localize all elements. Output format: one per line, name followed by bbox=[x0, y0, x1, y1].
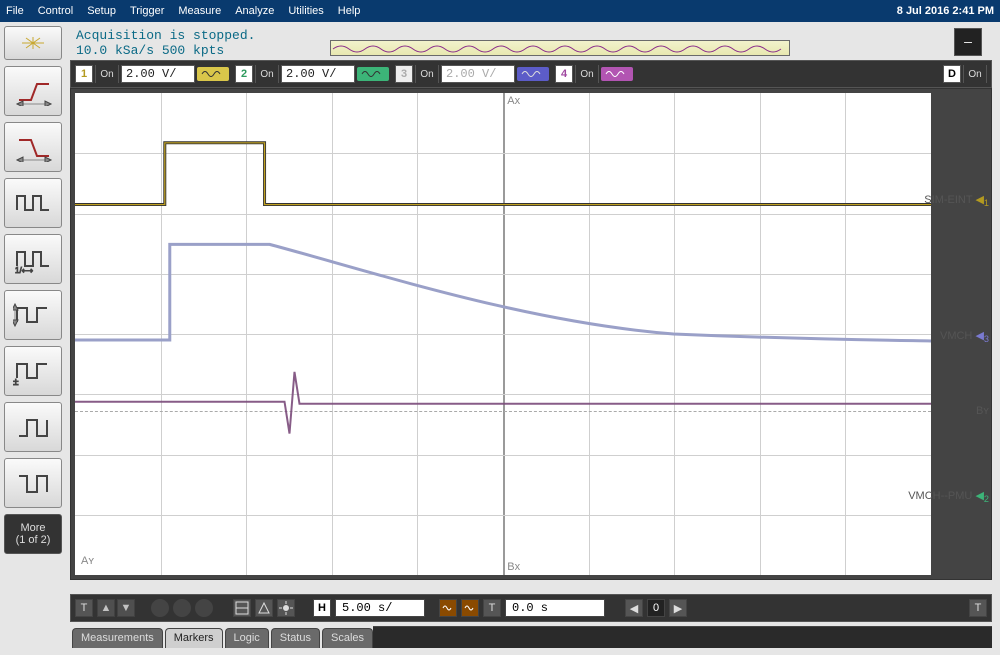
menu-utilities[interactable]: Utilities bbox=[288, 5, 323, 17]
tab-measurements[interactable]: Measurements bbox=[72, 628, 163, 648]
waveform-traces bbox=[75, 93, 931, 575]
delay-mode-a-icon[interactable] bbox=[439, 599, 457, 617]
channel-2[interactable]: 2 On 2.00 V/ bbox=[235, 65, 389, 83]
trigger-delay-icon[interactable]: T bbox=[483, 599, 501, 617]
tool-amplitude-pm[interactable]: ± bbox=[4, 346, 62, 396]
knob-b-icon[interactable] bbox=[173, 599, 191, 617]
channel-3[interactable]: 3 On 2.00 V/ bbox=[395, 65, 549, 83]
waveform-panel: Ax Bx Aʏ SIM-EINT ◀1 VMCH ◀3 bbox=[70, 88, 992, 580]
channel-num: 4 bbox=[555, 65, 573, 83]
channel-num: 1 bbox=[75, 65, 93, 83]
tab-scales[interactable]: Scales bbox=[322, 628, 373, 648]
trigger-pos-right-icon[interactable]: T bbox=[969, 599, 987, 617]
knob-c-icon[interactable] bbox=[195, 599, 213, 617]
tab-status[interactable]: Status bbox=[271, 628, 320, 648]
nav-left[interactable]: ◀ bbox=[625, 599, 643, 617]
nudge-up[interactable]: ▲ bbox=[97, 599, 115, 617]
timebase-scale[interactable]: 5.00 s/ bbox=[335, 599, 425, 617]
channel-on-label: On bbox=[575, 65, 599, 83]
digital-on: On bbox=[963, 65, 987, 83]
vertical-nudge[interactable]: ▲ ▼ bbox=[97, 599, 135, 617]
bottom-tabs: Measurements Markers Logic Status Scales bbox=[70, 622, 992, 648]
coupling-icon[interactable] bbox=[517, 67, 549, 81]
tool-pulse-period[interactable]: 1/⟷ bbox=[4, 234, 62, 284]
coupling-icon[interactable] bbox=[601, 67, 633, 81]
channel-scale[interactable]: 2.00 V/ bbox=[441, 65, 515, 83]
intensity-icon[interactable] bbox=[277, 599, 295, 617]
tool-amplitude-up[interactable] bbox=[4, 290, 62, 340]
sidebar: 1/⟷ ± More (1 of 2) bbox=[4, 26, 62, 554]
menu-file[interactable]: File bbox=[6, 5, 24, 17]
tool-rise-edge[interactable] bbox=[4, 402, 62, 452]
coupling-icon[interactable] bbox=[357, 67, 389, 81]
sidebar-more-l2: (1 of 2) bbox=[16, 534, 51, 546]
tool-fall-edge[interactable] bbox=[4, 458, 62, 508]
channel-4[interactable]: 4 On bbox=[555, 65, 633, 83]
ch3-label: VMCH ◀3 bbox=[940, 329, 989, 344]
nudge-dn[interactable]: ▼ bbox=[117, 599, 135, 617]
channel-1[interactable]: 1 On 2.00 V/ bbox=[75, 65, 229, 83]
digital-channel[interactable]: D On bbox=[943, 65, 987, 83]
nav-right[interactable]: ▶ bbox=[669, 599, 687, 617]
menu-help[interactable]: Help bbox=[338, 5, 361, 17]
dash-icon: — bbox=[964, 35, 972, 50]
svg-text:1/⟷: 1/⟷ bbox=[15, 266, 34, 274]
waveform-area[interactable]: Ax Bx Aʏ bbox=[75, 93, 931, 575]
timebase-H: H bbox=[313, 599, 331, 617]
digital-label: D bbox=[943, 65, 961, 83]
datetime: 8 Jul 2016 2:41 PM bbox=[897, 5, 994, 17]
sidebar-more[interactable]: More (1 of 2) bbox=[4, 514, 62, 554]
display-mode-b-icon[interactable] bbox=[255, 599, 273, 617]
menu-analyze[interactable]: Analyze bbox=[235, 5, 274, 17]
minimize-plot-icon[interactable]: — bbox=[954, 28, 982, 56]
channel-num: 2 bbox=[235, 65, 253, 83]
timebase-bar: T ▲ ▼ H 5.00 s/ T 0.0 s ◀ 0 ▶ T bbox=[70, 594, 992, 622]
channel-scale[interactable]: 2.00 V/ bbox=[121, 65, 195, 83]
acquisition-minimap[interactable] bbox=[330, 40, 790, 56]
tool-edge-fall[interactable] bbox=[4, 122, 62, 172]
trigger-pos-icon[interactable]: T bbox=[75, 599, 93, 617]
run-stop-indicator[interactable] bbox=[4, 26, 62, 60]
menu-control[interactable]: Control bbox=[38, 5, 73, 17]
acquisition-info: Acquisition is stopped. 10.0 kSa/s 500 k… bbox=[70, 26, 992, 60]
menubar: File Control Setup Trigger Measure Analy… bbox=[0, 0, 1000, 22]
ch2-label: VMCH--PMU ◀2 bbox=[908, 489, 989, 504]
channel-scale[interactable]: 2.00 V/ bbox=[281, 65, 355, 83]
menu-trigger[interactable]: Trigger bbox=[130, 5, 164, 17]
menu-setup[interactable]: Setup bbox=[87, 5, 116, 17]
marker-by: Bʏ bbox=[976, 405, 989, 417]
channel-on-label: On bbox=[255, 65, 279, 83]
coupling-icon[interactable] bbox=[197, 67, 229, 81]
channel-on-label: On bbox=[415, 65, 439, 83]
tab-markers[interactable]: Markers bbox=[165, 628, 223, 648]
channel-num: 3 bbox=[395, 65, 413, 83]
tool-pulse-width[interactable] bbox=[4, 178, 62, 228]
nav-zero[interactable]: 0 bbox=[647, 599, 665, 617]
ch1-label: SIM-EINT ◀1 bbox=[924, 193, 989, 208]
display-mode-a-icon[interactable] bbox=[233, 599, 251, 617]
timebase-delay[interactable]: 0.0 s bbox=[505, 599, 605, 617]
tool-edge-rise[interactable] bbox=[4, 66, 62, 116]
knob-a-icon[interactable] bbox=[151, 599, 169, 617]
tab-logic[interactable]: Logic bbox=[225, 628, 269, 648]
svg-text:±: ± bbox=[13, 377, 19, 386]
sidebar-more-l1: More bbox=[20, 522, 45, 534]
channel-on-label: On bbox=[95, 65, 119, 83]
menu-measure[interactable]: Measure bbox=[178, 5, 221, 17]
channel-bar: 1 On 2.00 V/ 2 On 2.00 V/ 3 On 2.00 V/ bbox=[70, 60, 992, 88]
delay-mode-b-icon[interactable] bbox=[461, 599, 479, 617]
